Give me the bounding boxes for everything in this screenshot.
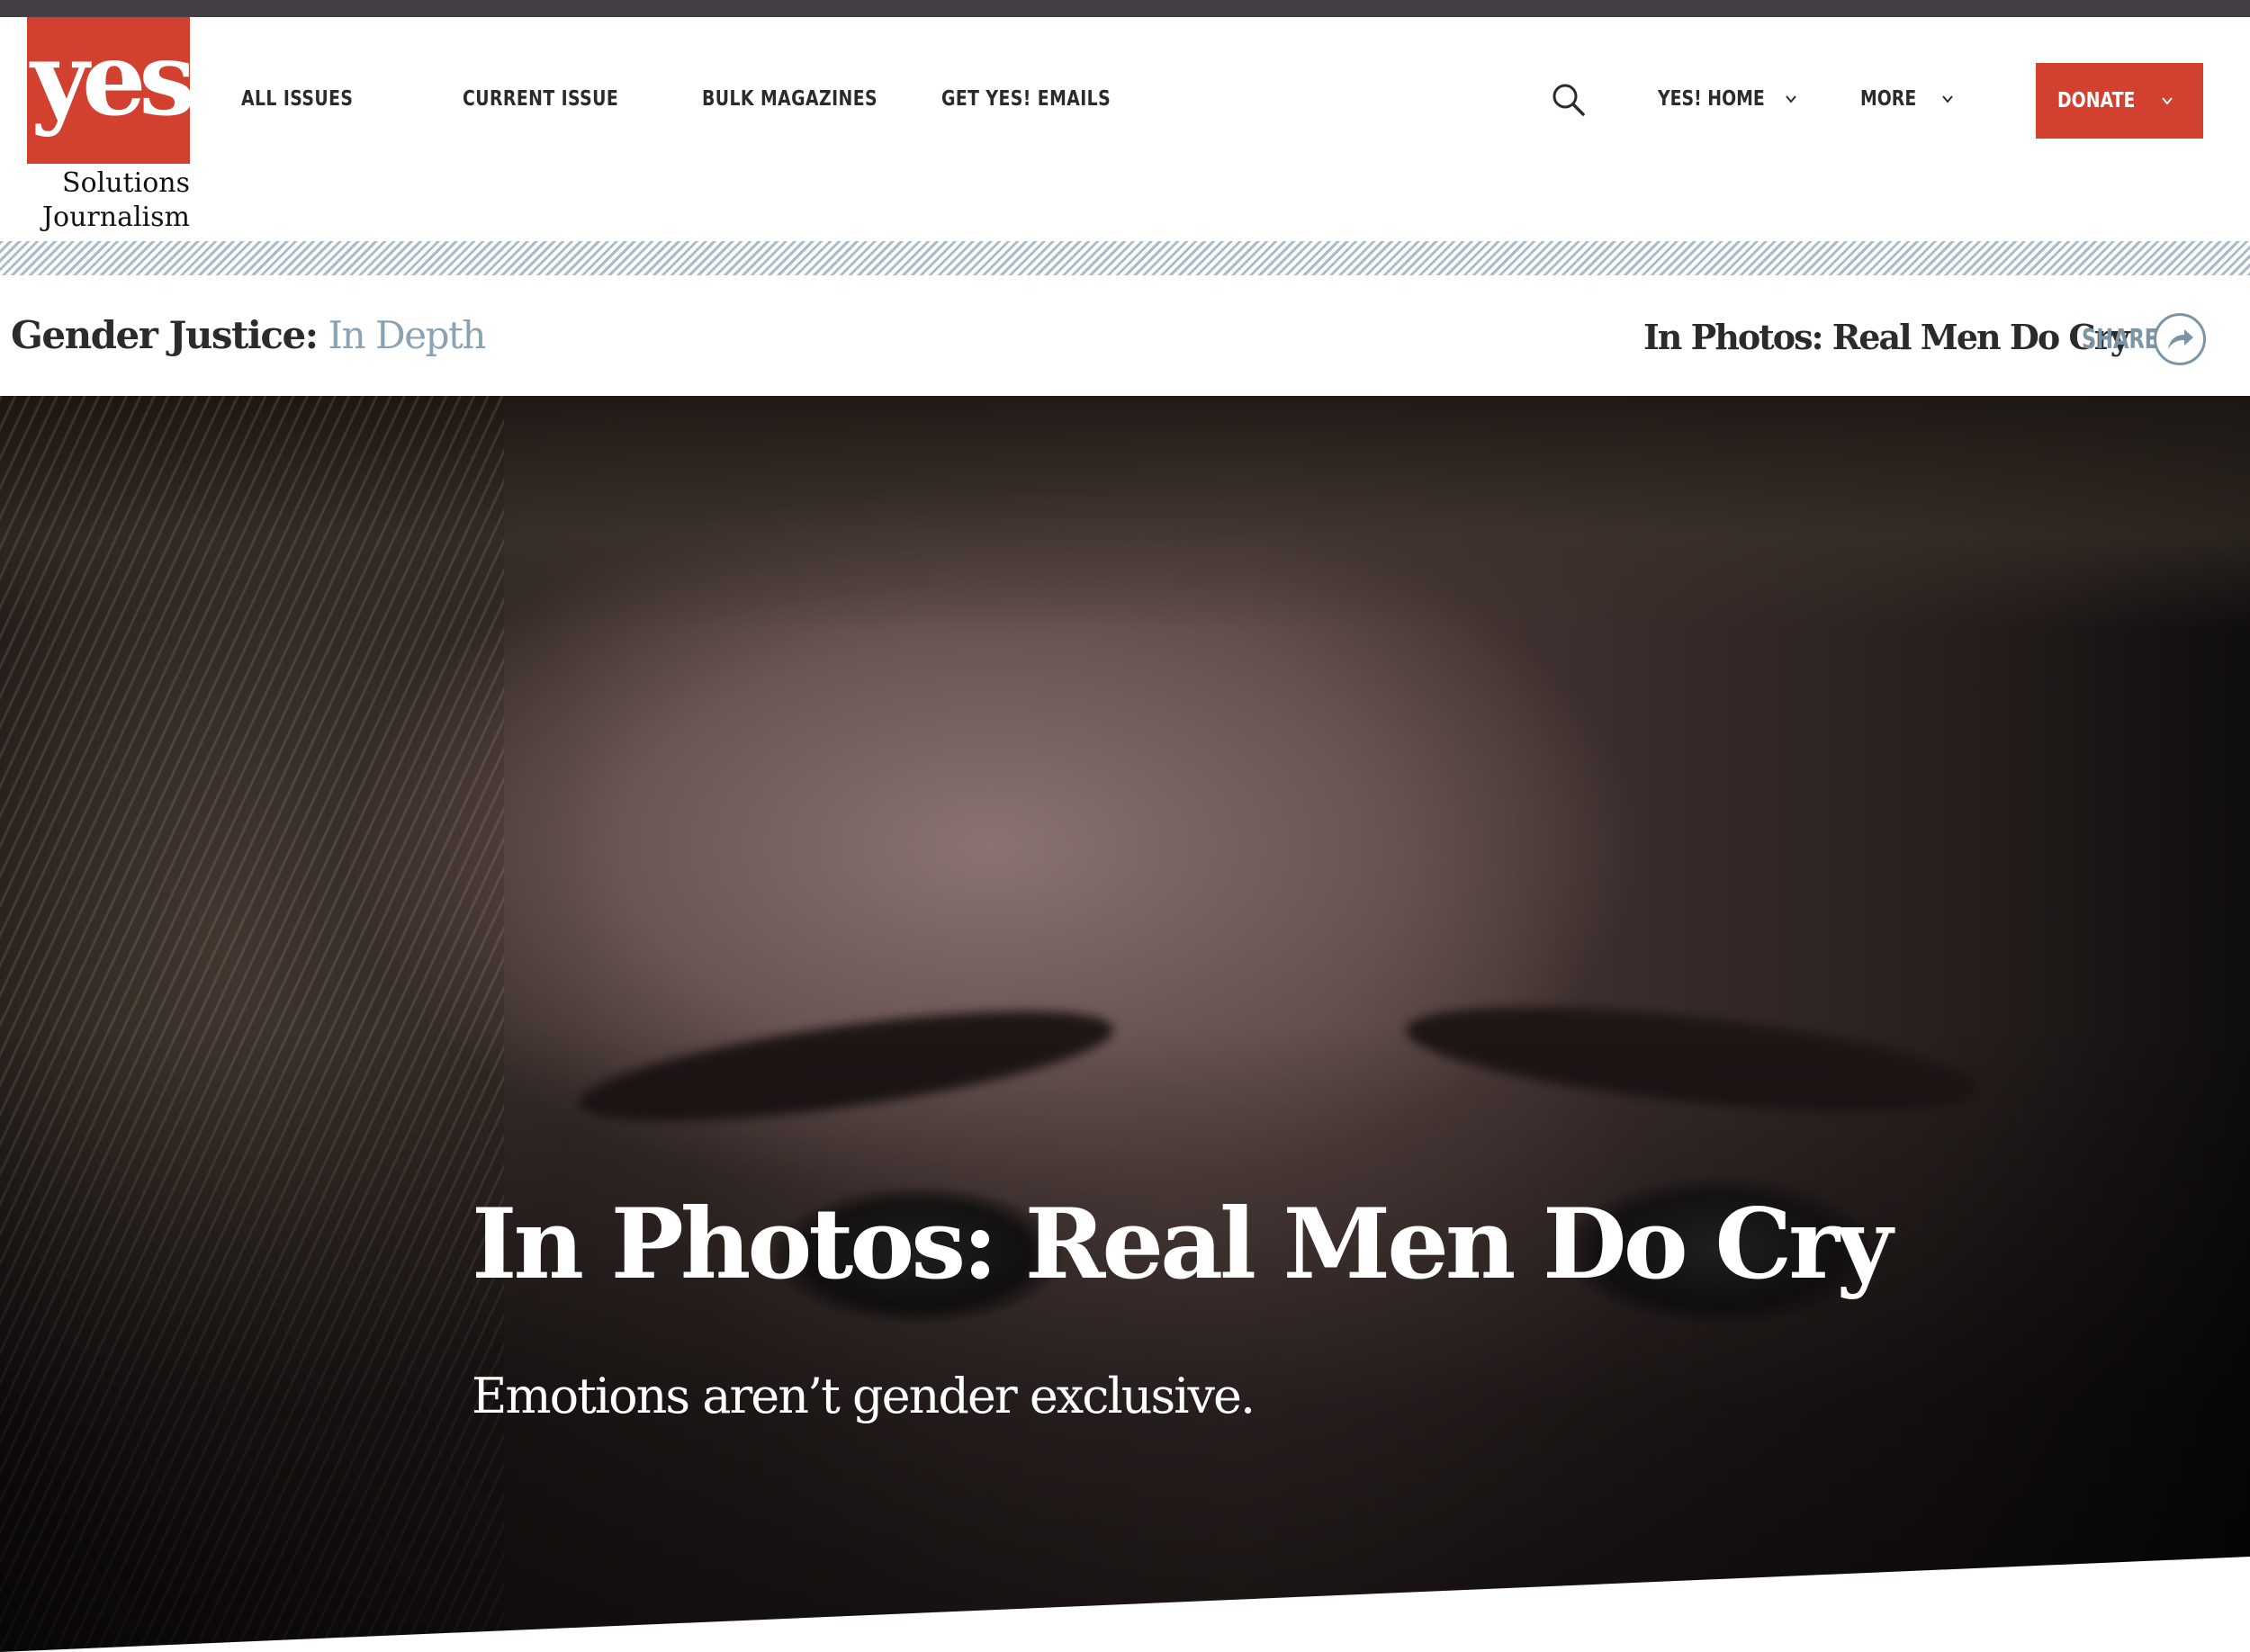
donate-button[interactable]: DONATE: [2036, 63, 2203, 139]
share-label: SHARE: [2082, 323, 2159, 355]
share-arrow-icon: [2154, 313, 2206, 365]
hero-headline: In Photos: Real Men Do Cry: [472, 1188, 1893, 1301]
nav-bulk-magazines[interactable]: BULK MAGAZINES: [702, 87, 878, 111]
chevron-down-icon: [1942, 95, 1953, 103]
logo-tagline-line2: Journalism: [42, 202, 190, 233]
chevron-down-icon: [2162, 97, 2174, 105]
yes-logo[interactable]: yes!: [27, 17, 190, 164]
logo-wordmark: yes!: [31, 21, 190, 139]
section-name: Gender Justice:: [11, 313, 319, 357]
nav-yes-home-label: YES! HOME: [1658, 87, 1765, 111]
top-strip: [0, 0, 2250, 17]
logo-tagline-line1: Solutions: [62, 167, 190, 199]
donate-label: DONATE: [2057, 89, 2136, 112]
section-breadcrumb[interactable]: Gender Justice: In Depth: [11, 313, 487, 357]
section-subsection: In Depth: [328, 313, 487, 357]
hero-dek: Emotions aren’t gender exclusive.: [472, 1368, 1256, 1424]
nav-get-yes-emails[interactable]: GET YES! EMAILS: [941, 87, 1111, 111]
primary-nav: ALL ISSUES CURRENT ISSUE BULK MAGAZINES …: [241, 87, 1216, 111]
search-icon[interactable]: [1551, 82, 1587, 118]
nav-all-issues[interactable]: ALL ISSUES: [241, 87, 366, 111]
share-button[interactable]: SHARE: [2082, 313, 2206, 365]
hero-image: In Photos: Real Men Do Cry Emotions aren…: [0, 396, 2250, 1652]
decorative-stripe-divider: [0, 241, 2250, 275]
hero-bottom-angle: [0, 1557, 2250, 1652]
nav-more-dropdown[interactable]: MORE: [1860, 87, 1954, 111]
nav-yes-home-dropdown[interactable]: YES! HOME: [1658, 87, 1797, 111]
sticky-article-title: In Photos: Real Men Do Cry: [1643, 317, 2130, 357]
nav-more-label: MORE: [1860, 87, 1917, 111]
logo-tagline: Solutions Journalism: [27, 166, 190, 235]
site-header: yes! Solutions Journalism ALL ISSUES CUR…: [0, 17, 2250, 242]
nav-current-issue[interactable]: CURRENT ISSUE: [463, 87, 618, 111]
chevron-down-icon: [1786, 95, 1796, 103]
article-context-bar: Gender Justice: In Depth In Photos: Real…: [0, 275, 2250, 396]
